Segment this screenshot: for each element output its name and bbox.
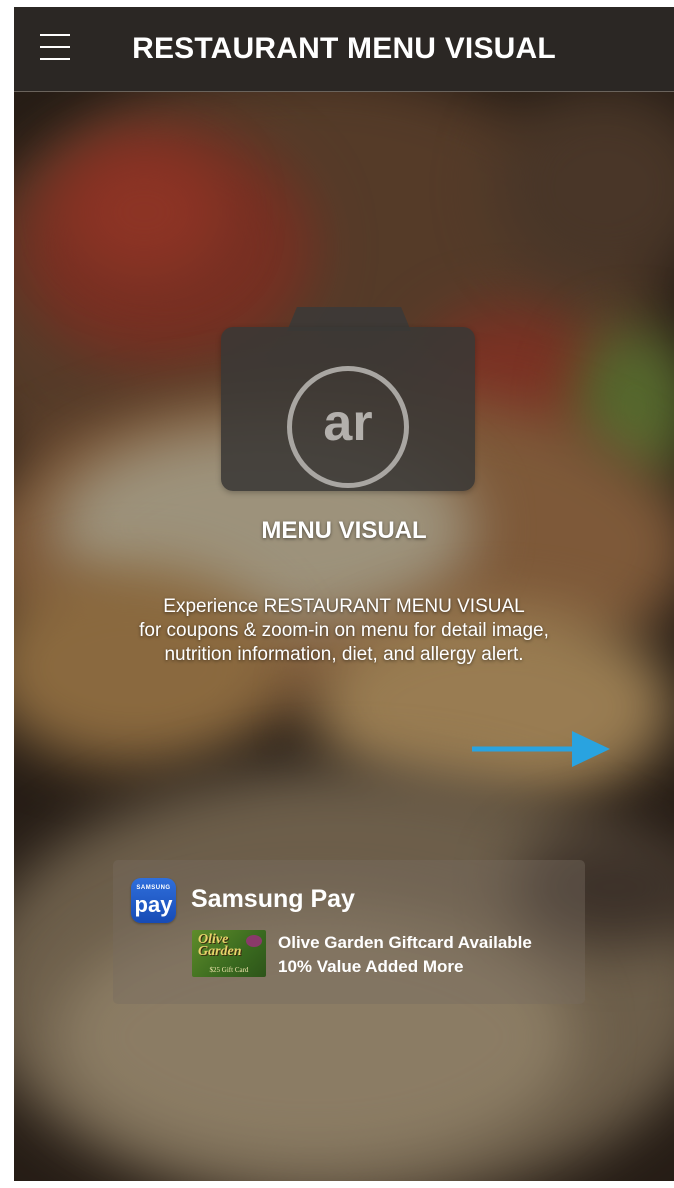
top-app-bar: RESTAURANT MENU VISUAL (14, 7, 674, 92)
food-background-image (14, 7, 674, 1181)
description-line: for coupons & zoom-in on menu for detail… (139, 620, 549, 641)
offer-line: 10% Value Added More (278, 957, 464, 976)
samsung-pay-logo-text: pay (134, 892, 173, 917)
giftcard-value: $25 Gift Card (209, 966, 249, 974)
app-title: RESTAURANT MENU VISUAL (132, 32, 556, 65)
samsung-pay-offer-card[interactable]: SAMSUNG pay Samsung Pay Olive Garden $25… (113, 860, 585, 1004)
ar-camera-icon: ar (221, 327, 475, 491)
description-line: nutrition information, diet, and allergy… (164, 644, 524, 665)
samsung-pay-title: Samsung Pay (191, 885, 355, 913)
offer-line: Olive Garden Giftcard Available (278, 933, 532, 952)
ar-camera-button[interactable]: ar (221, 307, 475, 491)
samsung-pay-logo: SAMSUNG pay (131, 878, 176, 923)
description-line: Experience RESTAURANT MENU VISUAL (163, 596, 525, 617)
app-screen: RESTAURANT MENU VISUAL ar MENU VISUAL Ex… (14, 7, 674, 1181)
giftcard-offer-text: Olive Garden Giftcard Available 10% Valu… (278, 931, 532, 979)
giftcard-brand-line: Garden (198, 944, 242, 959)
ar-lens-label: ar (287, 366, 409, 488)
grape-icon (246, 935, 262, 947)
olive-garden-giftcard-image: Olive Garden $25 Gift Card (192, 930, 266, 977)
feature-description: Experience RESTAURANT MENU VISUAL for co… (14, 595, 674, 667)
feature-heading: MENU VISUAL (261, 517, 427, 544)
samsung-pay-logo-small-text: SAMSUNG (136, 885, 171, 891)
giftcard-brand: Olive Garden (198, 933, 242, 959)
arrow-right-icon[interactable] (472, 729, 610, 769)
